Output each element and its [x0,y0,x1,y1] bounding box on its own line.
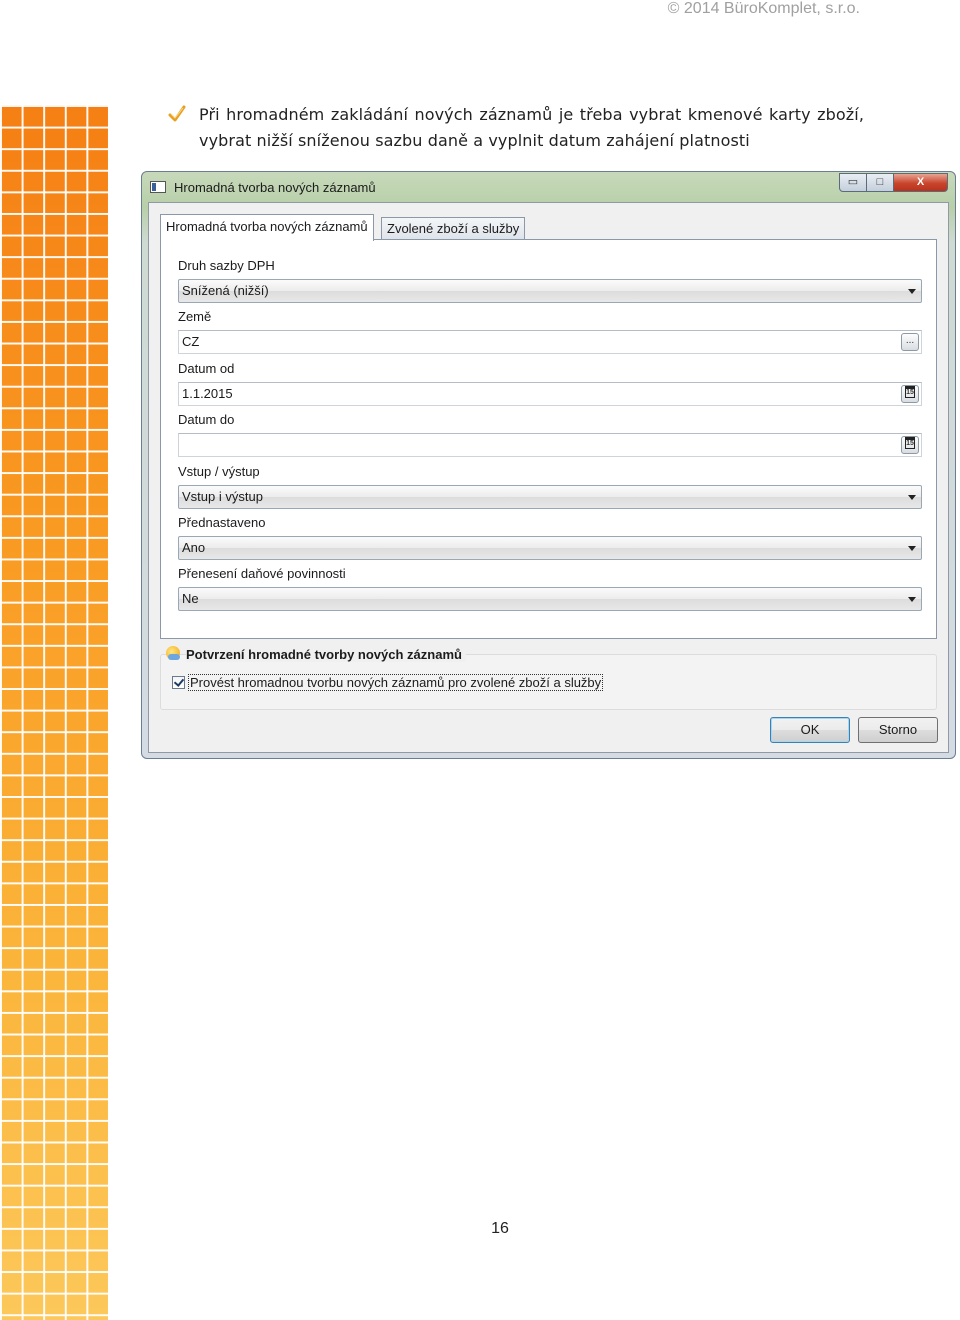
country-label: Země [178,309,212,324]
vat-type-combobox[interactable]: Snížená (nižší) [178,279,922,303]
dialog-title: Hromadná tvorba nových záznamů [174,180,376,195]
date-from-value: 1.1.2015 [182,386,233,401]
tab-panel: Druh sazby DPH Snížená (nižší) Země CZ .… [160,239,937,639]
tab-bulk-creation[interactable]: Hromadná tvorba nových záznamů [160,214,374,241]
dropdown-arrow-icon [908,289,916,294]
page-number: 16 [491,1220,509,1237]
ok-button[interactable]: OK [770,717,850,743]
preset-label: Přednastaveno [178,515,266,530]
calendar-icon: 15 [905,386,915,398]
confirmation-title: Potvrzení hromadné tvorby nových záznamů [186,647,466,662]
decorative-grid-sidebar [0,105,108,1320]
preset-combobox[interactable]: Ano [178,536,922,560]
window-icon [150,181,166,193]
preset-value: Ano [182,540,206,555]
date-from-label: Datum od [178,361,235,376]
confirm-checkbox[interactable] [172,676,185,689]
dropdown-arrow-icon [908,546,916,551]
input-output-label: Vstup / výstup [178,464,260,479]
dialog-titlebar[interactable]: Hromadná tvorba nových záznamů ▭ □ X [142,172,955,202]
reverse-charge-value: Ne [182,591,199,606]
bullet-text: Při hromadném zakládání nových záznamů j… [199,105,864,150]
date-to-calendar-button[interactable]: 15 [901,436,919,454]
copyright-header: © 2014 BüroKomplet, s.r.o. [667,0,860,17]
country-field[interactable]: CZ ... [178,330,922,354]
dialog-window: Hromadná tvorba nových záznamů ▭ □ X Hro… [141,171,956,759]
input-output-combobox[interactable]: Vstup i výstup [178,485,922,509]
weather-info-icon [166,646,180,660]
input-output-value: Vstup i výstup [182,489,263,504]
date-from-calendar-button[interactable]: 15 [901,385,919,403]
minimize-button[interactable]: ▭ [839,173,867,192]
confirmation-group: Potvrzení hromadné tvorby nových záznamů… [160,646,937,710]
maximize-button[interactable]: □ [866,173,894,192]
vat-type-label: Druh sazby DPH [178,258,275,273]
close-button[interactable]: X [893,173,948,192]
reverse-charge-combobox[interactable]: Ne [178,587,922,611]
confirm-checkbox-label[interactable]: Provést hromadnou tvorbu nových záznamů … [188,674,604,691]
reverse-charge-label: Přenesení daňové povinnosti [178,566,346,581]
cancel-button[interactable]: Storno [858,717,938,743]
calendar-icon: 15 [905,437,915,449]
checkmark-icon [168,105,186,122]
country-picker-button[interactable]: ... [901,333,919,351]
date-to-label: Datum do [178,412,235,427]
date-to-field[interactable]: 15 [178,433,922,457]
tab-selected-goods[interactable]: Zvolené zboží a služby [381,217,526,240]
date-from-field[interactable]: 1.1.2015 15 [178,382,922,406]
dropdown-arrow-icon [908,495,916,500]
country-value: CZ [182,334,200,349]
vat-type-value: Snížená (nižší) [182,283,269,298]
dialog-client-area: Hromadná tvorba nových záznamů Zvolené z… [148,202,949,753]
dropdown-arrow-icon [908,597,916,602]
